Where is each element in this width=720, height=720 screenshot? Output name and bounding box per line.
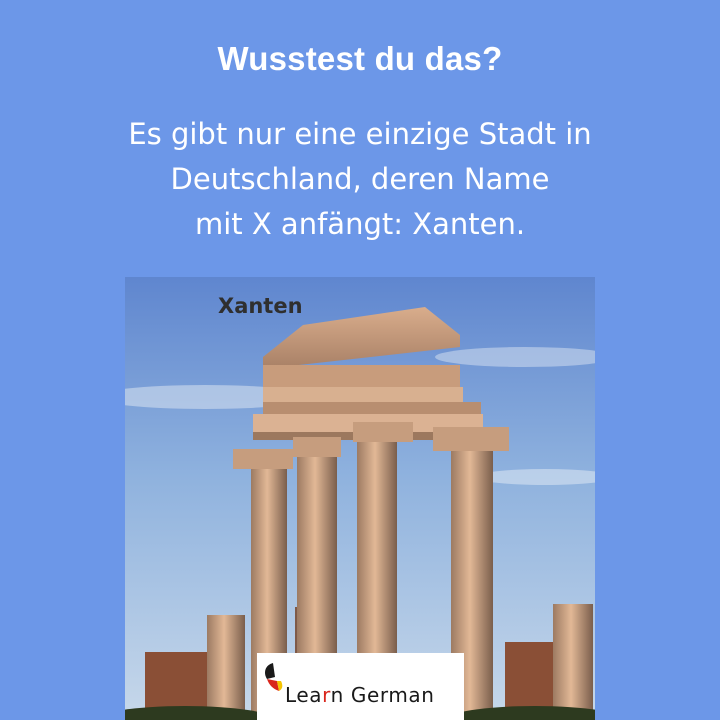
learn-german-logo: Learn German — [257, 653, 464, 720]
logo-text-part: n German — [330, 683, 435, 707]
logo-text-part: Lea — [285, 683, 323, 707]
logo-text: Learn German — [285, 683, 435, 707]
fact-text: Es gibt nur eine einzige Stadt in Deutsc… — [60, 112, 660, 247]
fact-line: mit X anfängt: Xanten. — [194, 207, 526, 241]
fact-line: Deutschland, deren Name — [170, 162, 550, 196]
logo-text-accent: r — [322, 683, 331, 707]
heading: Wusstest du das? — [217, 40, 503, 77]
photo-caption: Xanten — [218, 294, 303, 318]
fact-line: Es gibt nur eine einzige Stadt in — [128, 117, 592, 151]
